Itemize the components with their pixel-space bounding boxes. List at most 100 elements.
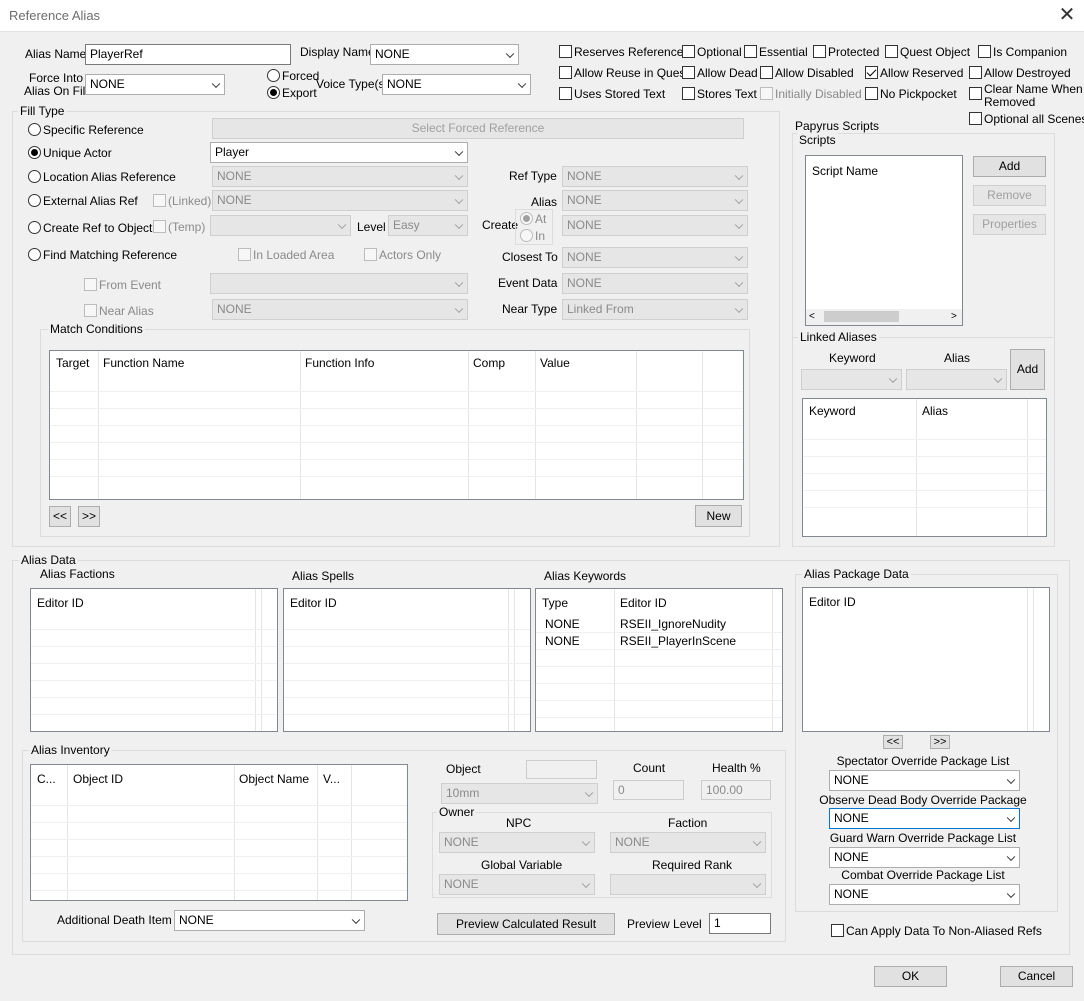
required-rank-select[interactable] — [610, 874, 766, 895]
column-header[interactable]: Object ID — [69, 767, 127, 791]
event-data-select[interactable]: NONE — [562, 273, 748, 294]
voice-types-select[interactable]: NONE — [382, 74, 531, 95]
initially-disabled-checkbox[interactable] — [760, 87, 773, 100]
column-header[interactable]: Object Name — [235, 767, 313, 791]
package-prev-button[interactable]: << — [883, 735, 903, 749]
optional-checkbox[interactable] — [682, 45, 695, 58]
add-linked-alias-button[interactable]: Add — [1010, 349, 1045, 390]
linked-checkbox[interactable] — [153, 194, 166, 207]
optional-all-scenes-checkbox[interactable] — [969, 112, 982, 125]
ref-type-select[interactable]: NONE — [562, 166, 748, 187]
keyword-editor-id-cell[interactable]: RSEII_IgnoreNudity — [620, 617, 726, 631]
global-variable-select[interactable]: NONE — [439, 874, 595, 895]
additional-death-item-select[interactable]: NONE — [174, 910, 365, 931]
create-ref-object-select[interactable] — [210, 215, 351, 236]
package-list[interactable]: Editor ID — [802, 587, 1050, 732]
scroll-left-icon[interactable]: < — [809, 311, 815, 322]
unique-actor-radio[interactable] — [28, 146, 41, 159]
select-forced-reference-button[interactable]: Select Forced Reference — [212, 118, 744, 139]
scrollbar-thumb[interactable] — [824, 311, 899, 322]
linked-aliases-table[interactable]: Keyword Alias — [802, 398, 1047, 537]
keyword-type-cell[interactable]: NONE — [545, 634, 580, 648]
column-header[interactable]: Keyword — [805, 399, 860, 423]
protected-checkbox[interactable] — [813, 45, 826, 58]
closest-to-select[interactable]: NONE — [562, 247, 748, 268]
unique-actor-select[interactable]: Player — [210, 142, 468, 163]
temp-checkbox[interactable] — [153, 220, 166, 233]
column-header[interactable]: C... — [33, 767, 60, 791]
at-radio[interactable] — [520, 212, 533, 225]
alias-spells-list[interactable]: Editor ID — [283, 588, 531, 732]
guard-warn-select[interactable]: NONE — [829, 847, 1020, 868]
near-alias-checkbox[interactable] — [84, 304, 97, 317]
new-condition-button[interactable]: New — [695, 505, 742, 527]
keyword-editor-id-cell[interactable]: RSEII_PlayerInScene — [620, 634, 736, 648]
external-alias-select[interactable]: NONE — [212, 190, 468, 211]
conditions-next-button[interactable]: >> — [78, 506, 100, 527]
forced-radio[interactable] — [267, 69, 280, 82]
clear-name-checkbox[interactable] — [969, 87, 982, 100]
location-alias-select[interactable]: NONE — [212, 166, 468, 187]
export-radio[interactable] — [267, 86, 280, 99]
properties-button[interactable]: Properties — [973, 214, 1046, 235]
location-alias-reference-radio[interactable] — [28, 170, 41, 183]
column-header[interactable]: Function Info — [301, 351, 378, 375]
keyword-type-cell[interactable]: NONE — [545, 617, 580, 631]
force-into-select[interactable]: NONE — [85, 74, 225, 95]
uses-stored-text-checkbox[interactable] — [559, 87, 572, 100]
scroll-right-icon[interactable]: > — [951, 311, 957, 322]
ok-button[interactable]: OK — [874, 966, 947, 987]
alias-select[interactable]: NONE — [562, 190, 748, 211]
actors-only-checkbox[interactable] — [364, 248, 377, 261]
external-alias-ref-radio[interactable] — [28, 194, 41, 207]
column-header[interactable]: Editor ID — [286, 591, 341, 615]
column-header[interactable]: Editor ID — [805, 590, 860, 614]
in-radio[interactable] — [520, 229, 533, 242]
faction-select[interactable]: NONE — [610, 832, 766, 853]
add-script-button[interactable]: Add — [973, 156, 1046, 177]
create-select[interactable]: NONE — [562, 215, 748, 236]
object-select[interactable]: 10mm — [441, 783, 598, 804]
conditions-table[interactable]: Target Function Name Function Info Comp … — [49, 350, 744, 500]
reserves-reference-checkbox[interactable] — [559, 45, 572, 58]
in-loaded-area-checkbox[interactable] — [238, 248, 251, 261]
cancel-button[interactable]: Cancel — [1000, 966, 1073, 987]
column-header[interactable]: Editor ID — [33, 591, 88, 615]
npc-select[interactable]: NONE — [439, 832, 595, 853]
inventory-table[interactable]: C... Object ID Object Name V... — [30, 764, 408, 901]
horizontal-scrollbar[interactable]: < > — [806, 309, 962, 325]
level-select[interactable]: Easy — [388, 215, 468, 236]
column-header[interactable]: Value — [536, 351, 574, 375]
alias-keywords-table[interactable]: Type Editor ID NONE RSEII_IgnoreNudity N… — [535, 588, 783, 732]
quest-object-checkbox[interactable] — [885, 45, 898, 58]
column-header[interactable]: Function Name — [99, 351, 188, 375]
observe-dead-body-select[interactable]: NONE — [829, 808, 1020, 829]
spectator-select[interactable]: NONE — [829, 770, 1020, 791]
health-input[interactable]: 100.00 — [701, 780, 771, 800]
find-matching-reference-radio[interactable] — [28, 248, 41, 261]
conditions-prev-button[interactable]: << — [49, 506, 71, 527]
package-next-button[interactable]: >> — [930, 735, 950, 749]
alias-factions-list[interactable]: Editor ID — [30, 588, 278, 732]
essential-checkbox[interactable] — [744, 45, 757, 58]
allow-dead-checkbox[interactable] — [682, 66, 695, 79]
allow-disabled-checkbox[interactable] — [760, 66, 773, 79]
keyword-select[interactable] — [801, 369, 902, 390]
from-event-checkbox[interactable] — [84, 278, 97, 291]
preview-calculated-result-button[interactable]: Preview Calculated Result — [437, 913, 615, 935]
display-name-select[interactable]: NONE — [370, 44, 519, 65]
alias-name-input[interactable]: PlayerRef — [85, 44, 291, 65]
from-event-select[interactable] — [210, 273, 468, 294]
script-name-header[interactable]: Script Name — [808, 159, 882, 183]
count-input[interactable]: 0 — [613, 780, 684, 800]
can-apply-data-checkbox[interactable] — [831, 924, 844, 937]
column-header[interactable]: Editor ID — [616, 591, 671, 615]
preview-level-input[interactable]: 1 — [709, 913, 771, 934]
close-icon[interactable]: ✕ — [1052, 3, 1082, 29]
linked-alias-select[interactable] — [906, 369, 1007, 390]
allow-reserved-checkbox[interactable] — [865, 66, 878, 79]
column-header[interactable]: Type — [538, 591, 572, 615]
combat-override-select[interactable]: NONE — [829, 884, 1020, 905]
no-pickpocket-checkbox[interactable] — [865, 87, 878, 100]
near-type-select[interactable]: Linked From — [562, 299, 748, 320]
